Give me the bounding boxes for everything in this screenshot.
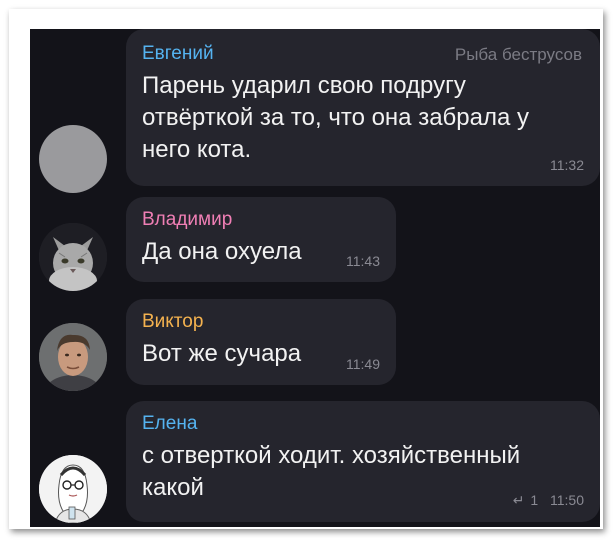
message-text: Да она охуела: [142, 236, 380, 268]
message-text-line: него кота.: [142, 136, 252, 163]
channel-name: Рыба беструсов: [454, 45, 582, 64]
message-text-line: отвёрткой за то, что она забрала у: [142, 104, 530, 131]
reply-icon[interactable]: ↵: [513, 492, 525, 508]
message-text-content: Вот же сучара: [142, 340, 302, 367]
reply-count[interactable]: 1: [530, 492, 538, 508]
message-bubble[interactable]: Евгений Рыба беструсов Парень ударил сво…: [126, 29, 600, 186]
woman-avatar[interactable]: [39, 455, 107, 523]
message-time: 11:50: [550, 492, 584, 508]
image-frame: Евгений Рыба беструсов Парень ударил сво…: [9, 9, 603, 529]
cat-icon: [39, 223, 107, 291]
message-text: Вот же сучара: [142, 338, 380, 370]
message-text: Парень ударил свою подругу отвёрткой за …: [142, 70, 584, 166]
man-photo-icon: [39, 323, 107, 391]
message-bubble[interactable]: Елена с отверткой ходит. хозяйственный к…: [126, 401, 600, 522]
man-avatar[interactable]: [39, 323, 107, 391]
message-meta: ↵ 1 11:50: [513, 492, 584, 509]
message-text-line: Парень ударил свою подругу: [142, 72, 466, 99]
sender-name[interactable]: Елена: [142, 413, 584, 435]
woman-sketch-icon: [39, 455, 107, 523]
message-time: 11:32: [550, 157, 584, 173]
message-bubble[interactable]: Владимир Да она охуела 11:43: [126, 197, 396, 282]
message-text-content: Да она охуела: [142, 238, 302, 265]
message-time: 11:43: [346, 253, 380, 269]
sender-name[interactable]: Виктор: [142, 311, 380, 333]
chat-view[interactable]: Евгений Рыба беструсов Парень ударил сво…: [30, 29, 600, 527]
message-text-line: с отверткой ходит. хозяйственный: [142, 442, 521, 469]
sender-name[interactable]: Владимир: [142, 209, 380, 231]
message-bubble[interactable]: Виктор Вот же сучара 11:49: [126, 299, 396, 385]
avatar[interactable]: [39, 125, 107, 193]
message-time: 11:49: [346, 356, 380, 372]
cat-avatar[interactable]: [39, 223, 107, 291]
